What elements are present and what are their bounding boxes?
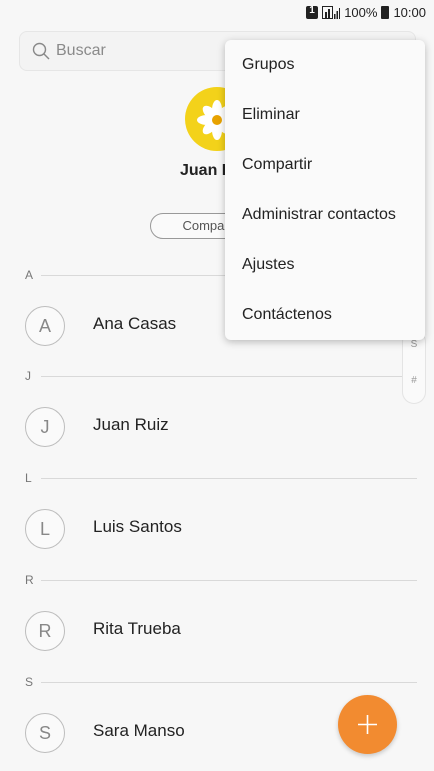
contact-avatar: R [25,611,65,651]
search-placeholder: Buscar [56,42,106,59]
menu-item-label: Grupos [242,56,295,73]
section-letter: J [25,369,31,383]
plus-icon [358,715,377,734]
menu-item-label: Eliminar [242,106,300,123]
contact-name: Ana Casas [93,314,177,333]
menu-item-label: Compartir [242,156,313,173]
sim-icon [306,5,319,19]
index-letter[interactable]: # [403,375,425,386]
battery-percent: 100% [344,5,378,20]
menu-item-contactenos[interactable]: Contáctenos [225,290,425,340]
contact-name: Juan Ruiz [93,415,169,434]
section-divider [41,681,417,683]
overflow-menu: Grupos Eliminar Compartir Administrar co… [225,40,425,340]
section-letter: L [25,471,32,485]
contact-name: Rita Trueba [93,619,181,638]
clock: 10:00 [393,5,426,20]
contact-avatar: A [25,306,65,346]
section-divider [41,477,417,479]
contact-row[interactable]: J Juan Ruiz [0,401,434,461]
battery-icon [381,6,390,19]
menu-item-ajustes[interactable]: Ajustes [225,240,425,290]
section-header: R [25,572,417,588]
section-letter: A [25,268,34,282]
index-scrollbar[interactable]: S # [402,330,426,404]
section-divider [41,375,417,377]
add-contact-button[interactable] [338,695,397,754]
contact-name: Luis Santos [93,517,182,536]
status-bar: 100% 10:00 [0,0,434,28]
menu-item-label: Administrar contactos [242,206,396,223]
menu-item-compartir[interactable]: Compartir [225,140,425,190]
index-letter[interactable]: S [403,339,425,350]
signal-icon [322,6,341,19]
section-letter: R [25,573,34,587]
section-header: J [25,368,417,384]
contact-row[interactable]: R Rita Trueba [0,605,434,665]
contact-avatar: S [25,713,65,753]
contact-row[interactable]: L Luis Santos [0,503,434,563]
contact-avatar: J [25,407,65,447]
search-icon [32,42,50,60]
menu-item-grupos[interactable]: Grupos [225,40,425,90]
contact-name: Sara Manso [93,721,185,740]
menu-item-label: Contáctenos [242,306,332,323]
menu-item-label: Ajustes [242,256,295,273]
section-header: L [25,470,417,486]
status-icons: 100% 10:00 [306,5,426,20]
menu-item-administrar-contactos[interactable]: Administrar contactos [225,190,425,240]
menu-item-eliminar[interactable]: Eliminar [225,90,425,140]
section-header: S [25,674,417,690]
section-divider [41,579,417,581]
section-letter: S [25,675,34,689]
contact-avatar: L [25,509,65,549]
